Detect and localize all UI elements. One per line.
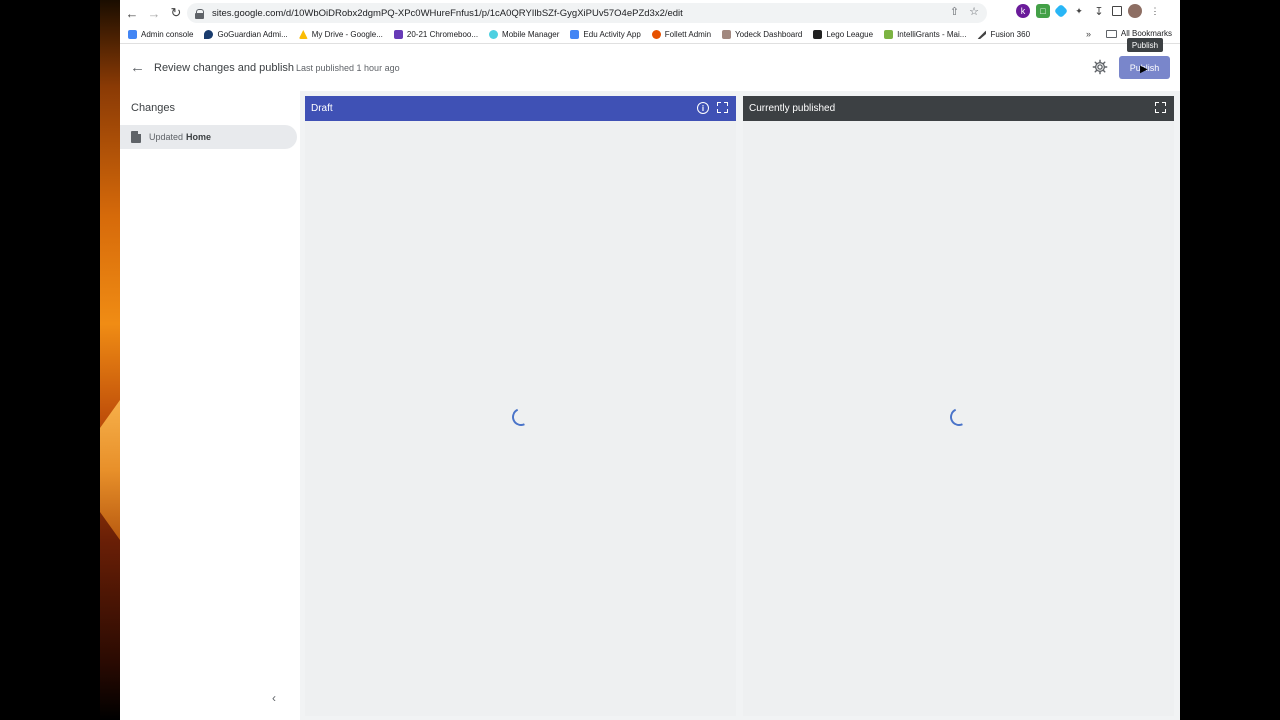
fullscreen-icon[interactable]	[717, 102, 728, 113]
fusion-icon	[977, 30, 987, 39]
shield-icon	[204, 30, 214, 39]
bookmark-item[interactable]: Yodeck Dashboard	[722, 30, 802, 39]
bookmark-item[interactable]: IntelliGrants - Mai...	[884, 30, 966, 39]
download-icon[interactable]: ↧	[1092, 4, 1106, 18]
sidepanel-icon[interactable]	[1112, 6, 1122, 16]
document-icon	[131, 131, 141, 143]
back-nav-icon[interactable]: ←	[122, 3, 142, 23]
desktop-wallpaper	[0, 0, 120, 720]
yodeck-icon	[722, 30, 732, 39]
address-bar[interactable]: sites.google.com/d/10WbOiDRobx2dgmPQ-XPc…	[187, 3, 987, 23]
k-extension-icon[interactable]: k	[1016, 4, 1030, 18]
browser-window: ← → ↻ sites.google.com/d/10WbOiDRobx2dgm…	[120, 0, 1180, 720]
bookmark-item[interactable]: Mobile Manager	[489, 30, 559, 39]
change-page-label: Home	[186, 132, 212, 142]
desktop-right-edge	[1180, 0, 1280, 720]
gear-icon	[489, 30, 499, 39]
lock-icon	[195, 8, 204, 19]
follett-icon	[651, 30, 661, 39]
bookmark-item[interactable]: Follett Admin	[651, 30, 711, 39]
info-icon[interactable]: i	[697, 102, 709, 114]
share-icon[interactable]: ⇧	[950, 5, 959, 18]
url-text: sites.google.com/d/10WbOiDRobx2dgmPQ-XPc…	[212, 7, 683, 19]
wallpaper-glow	[100, 0, 120, 720]
fullscreen-icon[interactable]	[1155, 102, 1166, 113]
loading-spinner-icon	[509, 405, 533, 429]
published-pane-header: Currently published	[743, 96, 1174, 121]
folder-icon	[1105, 29, 1117, 38]
change-type-label: Updated	[149, 132, 184, 142]
bookmark-item[interactable]: My Drive - Google...	[298, 30, 383, 39]
collapse-sidebar-icon[interactable]: ‹	[272, 691, 276, 705]
forms-icon	[393, 30, 403, 39]
bookmark-item[interactable]: Fusion 360	[977, 30, 1030, 39]
draft-label: Draft	[311, 103, 333, 114]
reload-icon[interactable]: ↻	[166, 3, 186, 23]
published-pane: Currently published	[743, 96, 1174, 716]
bookmark-item[interactable]: GoGuardian Admi...	[204, 30, 288, 39]
forward-nav-icon[interactable]: →	[144, 3, 164, 23]
bookmark-item[interactable]: Lego League	[813, 30, 873, 39]
changes-heading: Changes	[131, 102, 176, 114]
preview-area: Draft i Currently published	[300, 91, 1180, 720]
drive-icon	[298, 30, 308, 39]
green-extension-icon[interactable]: □	[1036, 4, 1050, 18]
profile-avatar[interactable]	[1128, 4, 1142, 18]
bookmark-item[interactable]: 20-21 Chromeboo...	[393, 30, 478, 39]
bookmark-item[interactable]: Edu Activity App	[570, 30, 641, 39]
published-label: Currently published	[749, 103, 836, 114]
kebab-menu-icon[interactable]: ⋮	[1148, 4, 1162, 18]
lego-icon	[813, 30, 823, 39]
google-icon	[570, 30, 580, 39]
all-bookmarks-button[interactable]: All Bookmarks	[1105, 29, 1172, 38]
last-published-status: Last published 1 hour ago	[296, 63, 400, 73]
google-icon	[128, 30, 137, 39]
publish-tooltip: Publish	[1127, 38, 1163, 52]
intelligrants-icon	[884, 30, 894, 39]
changes-sidebar: Changes Updated Home ‹	[120, 91, 300, 720]
page-title: Review changes and publish	[154, 62, 295, 74]
draft-pane-header: Draft i	[305, 96, 736, 121]
settings-gear-icon[interactable]	[1092, 59, 1108, 75]
bookmarks-bar: Admin console GoGuardian Admi... My Driv…	[120, 26, 1180, 44]
bookmark-item[interactable]: Admin console	[128, 30, 193, 39]
star-icon[interactable]: ☆	[969, 5, 979, 18]
app-header: ← Review changes and publish Last publis…	[120, 45, 1180, 91]
diamond-extension-icon[interactable]	[1053, 3, 1069, 19]
change-item-home[interactable]: Updated Home	[120, 125, 297, 149]
browser-toolbar: ← → ↻ sites.google.com/d/10WbOiDRobx2dgm…	[120, 0, 1180, 26]
loading-spinner-icon	[947, 405, 971, 429]
draft-pane: Draft i	[305, 96, 736, 716]
back-arrow-icon[interactable]: ←	[130, 59, 145, 76]
publish-button[interactable]: Publish	[1119, 56, 1170, 79]
puzzle-extension-icon[interactable]: ✦	[1072, 4, 1086, 18]
bookmarks-overflow-icon[interactable]: »	[1086, 29, 1091, 39]
